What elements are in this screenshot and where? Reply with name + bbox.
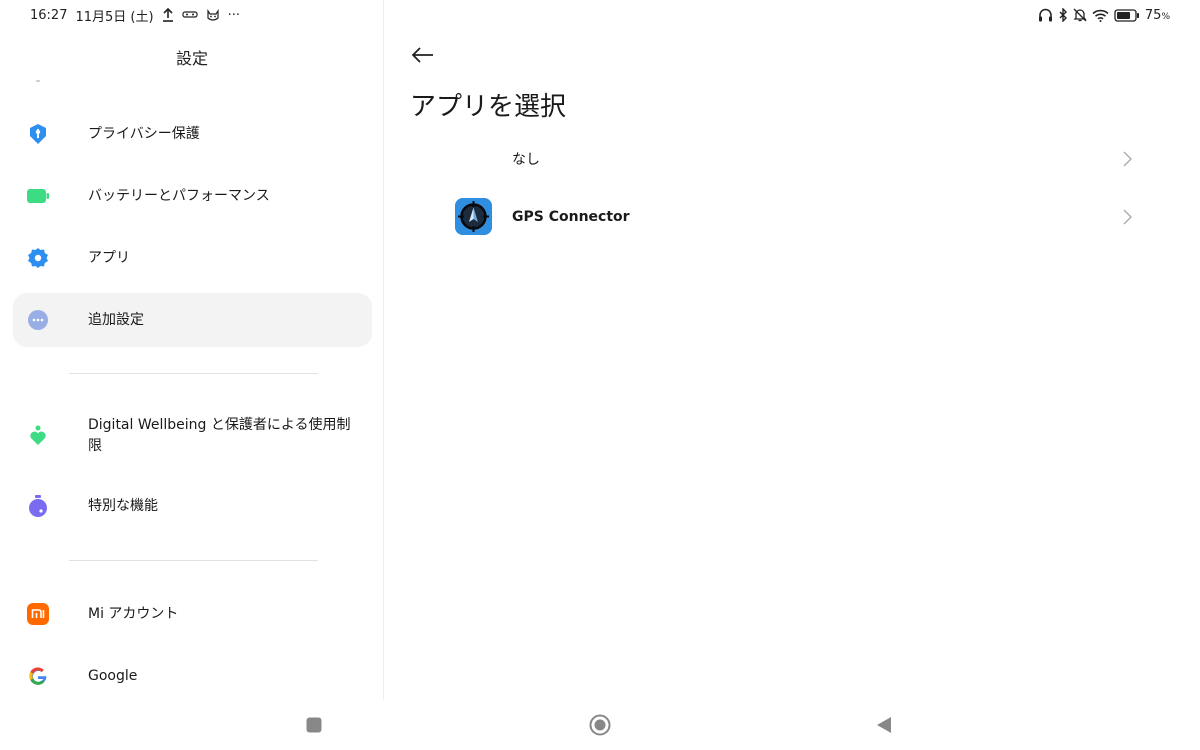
more-dots-icon [27, 309, 49, 331]
sidebar-item-label: アプリ [88, 249, 130, 266]
sidebar-item-label: バッテリーとパフォーマンス [88, 187, 270, 204]
status-bar-right: 75% [1038, 6, 1170, 24]
battery-icon [1114, 8, 1140, 22]
back-arrow-icon [412, 47, 433, 63]
sidebar-item-additional-settings[interactable]: 追加設定 [13, 293, 372, 347]
recents-button[interactable] [302, 713, 326, 737]
mi-account-icon [27, 603, 49, 625]
sidebar-item-label: プライバシー保護 [88, 125, 200, 142]
page-title: アプリを選択 [410, 92, 567, 122]
battery-unit: % [1161, 11, 1170, 22]
sidebar-title: 設定 [175, 49, 208, 68]
back-button[interactable] [872, 713, 896, 737]
app-option-none[interactable]: なし [440, 134, 1140, 184]
sidebar-item-label: Digital Wellbeing と保護者による使用制限 [88, 417, 351, 454]
settings-sidebar: 設定 プライバシー保護 バッテリーとパフォーマンス アプリ 追加設定 Digit… [0, 0, 384, 700]
bluetooth-icon [1058, 8, 1068, 22]
google-icon [27, 665, 49, 687]
battery-percent: 75% [1144, 7, 1170, 23]
chevron-right-icon [1123, 151, 1132, 167]
wifi-icon [1092, 9, 1109, 22]
gps-connector-app-icon [455, 198, 492, 235]
app-option-label: なし [512, 152, 540, 168]
sidebar-item-mi-account[interactable]: Mi アカウント [13, 587, 372, 641]
privacy-shield-icon [27, 123, 49, 145]
sidebar-item-google[interactable]: Google [13, 649, 372, 703]
sidebar-item-label: Google [88, 667, 138, 684]
battery-performance-icon [27, 185, 49, 207]
back-triangle-icon [877, 717, 891, 733]
sidebar-item-label: Mi アカウント [88, 605, 179, 622]
mute-icon [1073, 8, 1087, 22]
scroll-hint [36, 80, 40, 82]
gear-icon [27, 247, 49, 269]
app-option-gps-connector[interactable]: GPS Connector [440, 192, 1140, 242]
sidebar-item-privacy[interactable]: プライバシー保護 [13, 107, 372, 161]
sidebar-item-label: 追加設定 [88, 311, 144, 328]
sidebar-item-special-features[interactable]: 特別な機能 [13, 479, 372, 533]
home-circle-icon [589, 714, 611, 736]
wellbeing-heart-icon [27, 425, 49, 447]
sidebar-item-battery[interactable]: バッテリーとパフォーマンス [13, 169, 372, 223]
back-arrow-button[interactable] [410, 42, 436, 68]
chevron-right-icon [1123, 209, 1132, 225]
recents-square-icon [306, 717, 322, 733]
sidebar-item-digital-wellbeing[interactable]: Digital Wellbeing と保護者による使用制限 [13, 404, 372, 468]
sidebar-item-label: 特別な機能 [88, 497, 158, 514]
sidebar-divider [69, 373, 318, 374]
home-button[interactable] [588, 713, 612, 737]
headphones-icon [1038, 8, 1053, 22]
sidebar-divider [69, 560, 318, 561]
sidebar-item-apps[interactable]: アプリ [13, 231, 372, 285]
special-features-icon [27, 495, 49, 517]
app-option-label: GPS Connector [512, 209, 630, 225]
